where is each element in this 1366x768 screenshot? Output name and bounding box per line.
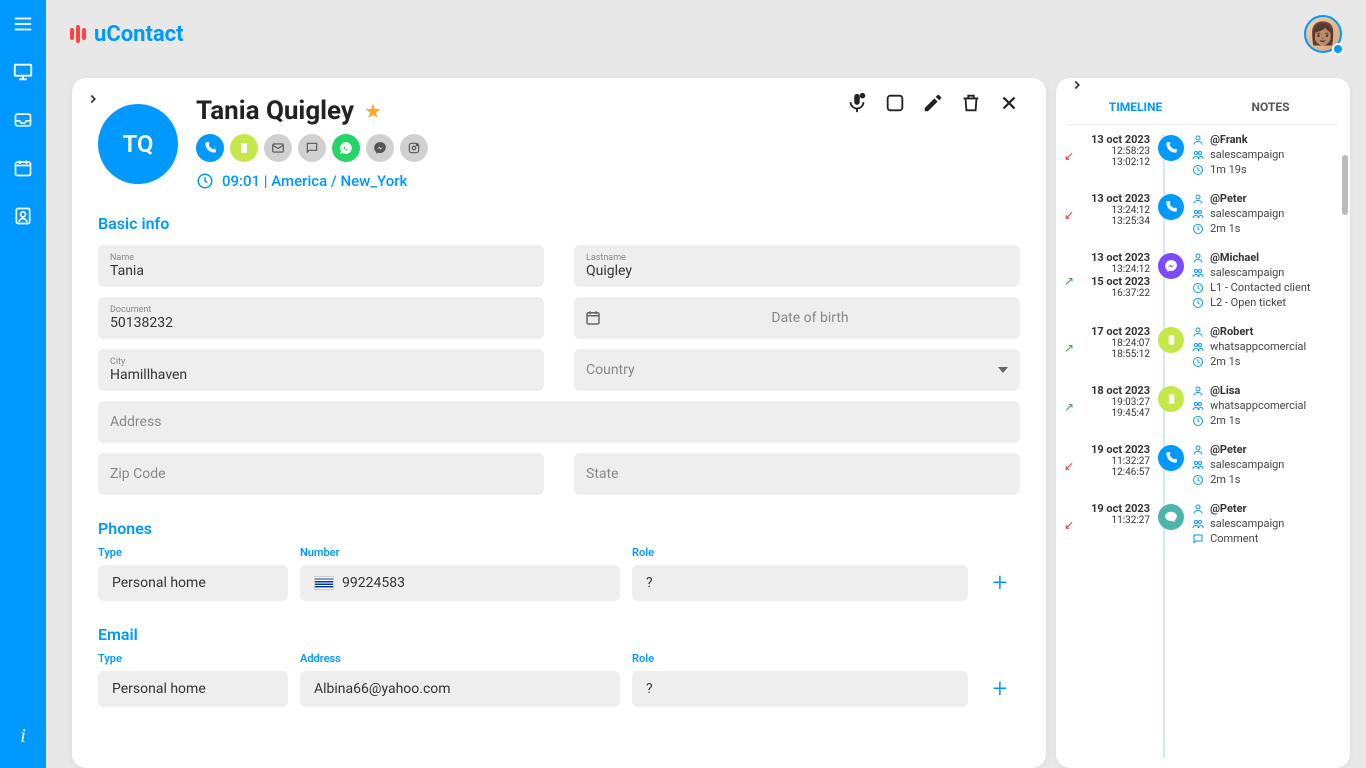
dob-field[interactable]: Date of birth [574, 297, 1020, 339]
calendar-icon [584, 309, 602, 327]
timeline-timestamp: 18 oct 202319:03:2719:45:47 [1076, 384, 1156, 419]
add-email-button[interactable]: + [980, 671, 1020, 707]
nav-rail: i [0, 0, 46, 768]
timeline-timestamp: 13 oct 202312:58:2313:02:12 [1076, 133, 1156, 168]
channel-row [196, 134, 1020, 162]
contact-initials: TQ [98, 104, 178, 184]
phone-channel-icon[interactable] [196, 134, 224, 162]
monitor-icon[interactable] [11, 60, 35, 84]
messenger-channel-icon[interactable] [366, 134, 394, 162]
timeline-item[interactable]: ↙ 13 oct 202313:24:1213:25:34 @Peter sal… [1064, 192, 1338, 237]
mobile-channel-icon[interactable] [230, 134, 258, 162]
favorite-star-icon[interactable]: ★ [364, 99, 382, 123]
timeline-timestamp: 17 oct 202318:24:0718:55:12 [1076, 325, 1156, 360]
flag-icon [314, 576, 334, 590]
edit-icon[interactable] [922, 92, 944, 114]
col-role: Role [632, 652, 968, 665]
calendar-icon[interactable] [11, 156, 35, 180]
basic-info-title: Basic info [98, 214, 1020, 233]
timeline-item[interactable]: ↗ 18 oct 202319:03:2719:45:47 @Lisa what… [1064, 384, 1338, 429]
note-icon[interactable] [884, 92, 906, 114]
email-channel-icon[interactable] [264, 134, 292, 162]
col-role: Role [632, 546, 968, 559]
instagram-channel-icon[interactable] [400, 134, 428, 162]
timeline-call-icon [1158, 445, 1184, 471]
timezone-row: 09:01 | America / New_York [196, 172, 1020, 190]
timeline-mobile-icon [1158, 327, 1184, 353]
scrollbar[interactable] [1342, 155, 1348, 215]
col-type: Type [98, 652, 288, 665]
phones-title: Phones [98, 519, 1020, 538]
contact-card: TQ Tania Quigley ★ 09:01 | Ame [72, 78, 1046, 768]
timeline-fb-icon [1158, 253, 1184, 279]
lastname-field[interactable]: Lastname Quigley [574, 245, 1020, 287]
back-chevron-icon[interactable] [86, 92, 100, 106]
timeline-item[interactable]: ↗ 13 oct 202313:24:1215 oct 202316:37:22… [1064, 251, 1338, 311]
email-type-cell[interactable]: Personal home [98, 671, 288, 707]
email-row: Personal home Albina66@yahoo.com ? + [98, 671, 1020, 707]
logo-text: uContact [94, 22, 184, 47]
name-field[interactable]: Name Tania [98, 245, 544, 287]
address-field[interactable]: Address [98, 401, 1020, 443]
email-address-cell[interactable]: Albina66@yahoo.com [300, 671, 620, 707]
phone-row: Personal home 99224583 ? + [98, 565, 1020, 601]
tab-notes[interactable]: NOTES [1203, 90, 1338, 124]
profile-avatar[interactable]: 👩🏽 [1304, 15, 1342, 53]
inbox-icon[interactable] [11, 108, 35, 132]
contact-name: Tania Quigley [196, 96, 354, 126]
timeline-item[interactable]: ↙ 19 oct 202311:32:27 @Peter salescampai… [1064, 502, 1338, 547]
close-icon[interactable] [998, 92, 1020, 114]
whatsapp-channel-icon[interactable] [332, 134, 360, 162]
timeline-item[interactable]: ↙ 13 oct 202312:58:2313:02:12 @Frank sal… [1064, 133, 1338, 178]
timeline-timestamp: 13 oct 202313:24:1213:25:34 [1076, 192, 1156, 227]
add-phone-button[interactable]: + [980, 565, 1020, 601]
topbar: uContact 👩🏽 [46, 0, 1366, 68]
city-field[interactable]: City Hamillhaven [98, 349, 544, 391]
timeline-timestamp: 19 oct 202311:32:2712:46:57 [1076, 443, 1156, 478]
timeline-chat-icon [1158, 504, 1184, 530]
document-field[interactable]: Document 50138232 [98, 297, 544, 339]
timeline-item[interactable]: ↗ 17 oct 202318:24:0718:55:12 @Robert wh… [1064, 325, 1338, 370]
timeline-item[interactable]: ↙ 19 oct 202311:32:2712:46:57 @Peter sal… [1064, 443, 1338, 488]
phone-type-cell[interactable]: Personal home [98, 565, 288, 601]
timeline-call-icon [1158, 194, 1184, 220]
info-icon[interactable]: i [11, 724, 35, 748]
contacts-icon[interactable] [11, 204, 35, 228]
delete-icon[interactable] [960, 92, 982, 114]
state-field[interactable]: State [574, 453, 1020, 495]
col-address: Address [300, 652, 620, 665]
phone-number-cell[interactable]: 99224583 [300, 565, 620, 601]
timeline-timestamp: 13 oct 202313:24:1215 oct 202316:37:22 [1076, 251, 1156, 299]
activity-panel: TIMELINE NOTES ↙ 13 oct 202312:58:2313:0… [1056, 78, 1350, 768]
phone-role-cell[interactable]: ? [632, 565, 968, 601]
menu-icon[interactable] [11, 12, 35, 36]
timeline-mobile-icon [1158, 386, 1184, 412]
chat-channel-icon[interactable] [298, 134, 326, 162]
voice-icon[interactable] [846, 92, 868, 114]
timeline-timestamp: 19 oct 202311:32:27 [1076, 502, 1156, 526]
email-title: Email [98, 625, 1020, 644]
col-type: Type [98, 546, 288, 559]
col-number: Number [300, 546, 620, 559]
email-role-cell[interactable]: ? [632, 671, 968, 707]
timezone-text: 09:01 | America / New_York [222, 172, 407, 190]
zip-field[interactable]: Zip Code [98, 453, 544, 495]
tab-timeline[interactable]: TIMELINE [1068, 90, 1203, 124]
country-select[interactable]: Country [574, 349, 1020, 391]
timeline-list[interactable]: ↙ 13 oct 202312:58:2313:02:12 @Frank sal… [1056, 125, 1350, 768]
timeline-call-icon [1158, 135, 1184, 161]
logo: uContact [70, 22, 184, 47]
